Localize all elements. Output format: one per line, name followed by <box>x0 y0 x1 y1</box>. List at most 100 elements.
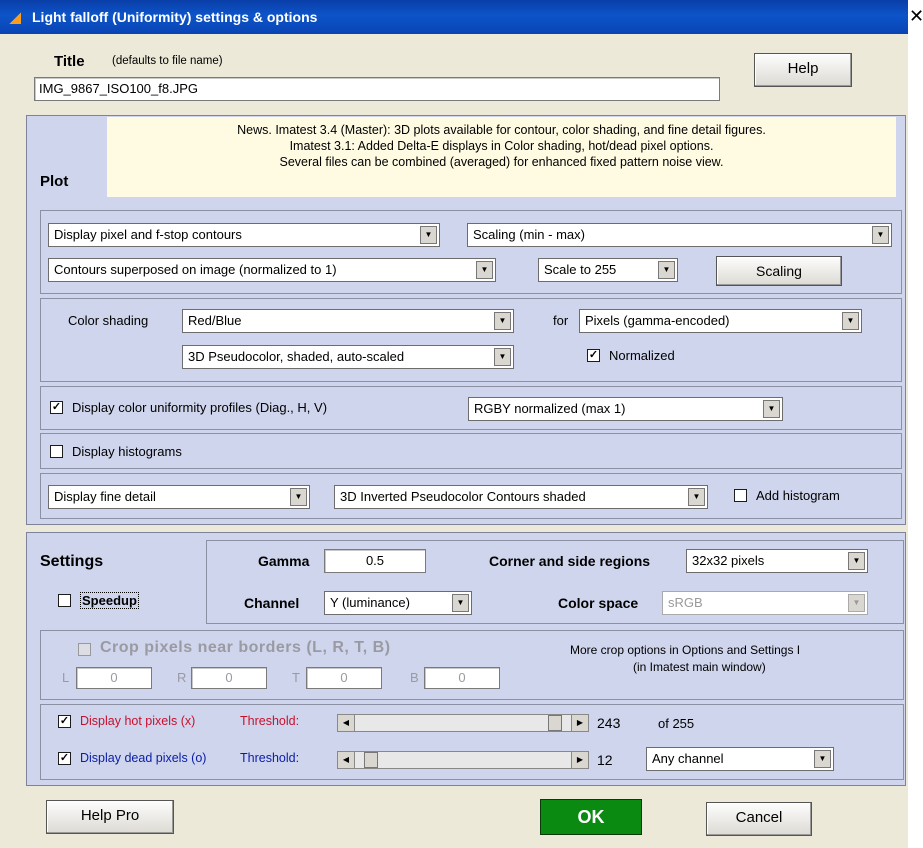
arrow-left-icon[interactable]: ◀ <box>338 715 355 731</box>
shading-style-value: 3D Pseudocolor, shaded, auto-scaled <box>188 349 405 364</box>
crop-note-line-1: More crop options in Options and Setting… <box>570 643 801 657</box>
arrow-left-icon[interactable]: ◀ <box>338 752 355 768</box>
color-space-value: sRGB <box>668 595 703 610</box>
dead-threshold-slider[interactable]: ◀ ▶ <box>337 751 589 769</box>
regions-select[interactable]: 32x32 pixels ▼ <box>686 549 868 573</box>
gamma-label: Gamma <box>258 553 310 569</box>
hot-slider-thumb[interactable] <box>548 715 562 731</box>
arrow-right-icon[interactable]: ▶ <box>571 715 588 731</box>
crop-b-input: 0 <box>424 667 500 689</box>
crop-t-input: 0 <box>306 667 382 689</box>
add-histogram-label: Add histogram <box>756 488 840 503</box>
histograms-checkbox[interactable] <box>50 445 63 458</box>
crop-r-input: 0 <box>191 667 267 689</box>
contour-overlay-select[interactable]: Contours superposed on image (normalized… <box>48 258 496 282</box>
contour-display-value: Display pixel and f-stop contours <box>54 227 242 242</box>
dialog-window: ◢ Light falloff (Uniformity) settings & … <box>0 0 908 848</box>
profiles-mode-select[interactable]: RGBY normalized (max 1) ▼ <box>468 397 783 421</box>
dropdown-arrow-icon: ▼ <box>842 312 859 330</box>
dropdown-arrow-icon: ▼ <box>420 226 437 244</box>
check-icon: ✓ <box>59 715 70 727</box>
crop-b-letter: B <box>410 670 419 685</box>
dropdown-arrow-icon: ▼ <box>848 594 865 612</box>
contour-overlay-value: Contours superposed on image (normalized… <box>54 262 337 277</box>
settings-label: Settings <box>40 553 104 570</box>
dropdown-arrow-icon: ▼ <box>763 400 780 418</box>
dead-slider-thumb[interactable] <box>364 752 378 768</box>
scale-to-select[interactable]: Scale to 255 ▼ <box>538 258 678 282</box>
scale-to-value: Scale to 255 <box>544 262 617 277</box>
fine-detail-select[interactable]: Display fine detail ▼ <box>48 485 310 509</box>
contour-display-select[interactable]: Display pixel and f-stop contours ▼ <box>48 223 440 247</box>
title-input[interactable]: IMG_9867_ISO100_f8.JPG <box>34 77 720 101</box>
scaling-mode-select[interactable]: Scaling (min - max) ▼ <box>467 223 892 247</box>
regions-value: 32x32 pixels <box>692 553 765 568</box>
hot-pixels-label: Display hot pixels (x) <box>80 714 196 728</box>
cancel-button[interactable]: Cancel <box>706 802 812 836</box>
dropdown-arrow-icon: ▼ <box>494 312 511 330</box>
help-button[interactable]: Help <box>754 53 852 87</box>
help-pro-button[interactable]: Help Pro <box>46 800 174 834</box>
uniformity-profiles-checkbox[interactable]: ✓ <box>50 401 63 414</box>
crop-label: Crop pixels near borders (L, R, T, B) <box>100 639 391 656</box>
check-icon: ✓ <box>51 401 62 413</box>
normalized-checkbox[interactable]: ✓ <box>587 349 600 362</box>
pixel-channel-value: Any channel <box>652 751 724 766</box>
title-hint: (defaults to file name) <box>112 55 223 67</box>
title-label: Title <box>54 53 85 70</box>
hot-threshold-label: Threshold: <box>240 714 300 728</box>
channel-select[interactable]: Y (luminance) ▼ <box>324 591 472 615</box>
channel-label: Channel <box>244 595 300 611</box>
dropdown-arrow-icon: ▼ <box>658 261 675 279</box>
color-space-select: sRGB ▼ <box>662 591 868 615</box>
speedup-checkbox[interactable] <box>58 594 71 607</box>
dead-pixels-checkbox[interactable]: ✓ <box>58 752 71 765</box>
crop-checkbox <box>78 643 91 656</box>
news-line-1: News. Imatest 3.4 (Master): 3D plots ava… <box>237 123 766 137</box>
crop-t-letter: T <box>292 670 300 685</box>
check-icon: ✓ <box>588 349 599 361</box>
crop-l-input: 0 <box>76 667 152 689</box>
gamma-input[interactable]: 0.5 <box>324 549 426 573</box>
dropdown-arrow-icon: ▼ <box>848 552 865 570</box>
news-line-3: Several files can be combined (averaged)… <box>279 155 724 169</box>
dropdown-arrow-icon: ▼ <box>452 594 469 612</box>
close-icon[interactable]: ✕ <box>909 6 923 27</box>
for-label: for <box>553 313 569 328</box>
color-shading-select[interactable]: Red/Blue ▼ <box>182 309 514 333</box>
arrow-right-icon[interactable]: ▶ <box>571 752 588 768</box>
crop-l-letter: L <box>62 670 70 685</box>
speedup-label: Speedup <box>80 592 139 609</box>
dead-pixels-label: Display dead pixels (o) <box>80 751 207 765</box>
ok-button[interactable]: OK <box>540 799 642 835</box>
regions-label: Corner and side regions <box>489 553 651 569</box>
scaling-mode-value: Scaling (min - max) <box>473 227 585 242</box>
channel-value: Y (luminance) <box>330 595 410 610</box>
fine-detail-style-value: 3D Inverted Pseudocolor Contours shaded <box>340 489 586 504</box>
hot-pixels-checkbox[interactable]: ✓ <box>58 715 71 728</box>
dropdown-arrow-icon: ▼ <box>494 348 511 366</box>
hot-threshold-slider[interactable]: ◀ ▶ <box>337 714 589 732</box>
shading-style-select[interactable]: 3D Pseudocolor, shaded, auto-scaled ▼ <box>182 345 514 369</box>
hot-threshold-value: 243 <box>597 715 621 731</box>
scaling-button[interactable]: Scaling <box>716 256 842 286</box>
pixel-channel-select[interactable]: Any channel ▼ <box>646 747 834 771</box>
dropdown-arrow-icon: ▼ <box>814 750 831 768</box>
color-space-label: Color space <box>558 595 639 611</box>
fine-detail-style-select[interactable]: 3D Inverted Pseudocolor Contours shaded ▼ <box>334 485 708 509</box>
of-label: of 255 <box>658 716 695 731</box>
check-icon: ✓ <box>59 752 70 764</box>
news-box: News. Imatest 3.4 (Master): 3D plots ava… <box>107 117 896 197</box>
for-select[interactable]: Pixels (gamma-encoded) ▼ <box>579 309 862 333</box>
color-shading-label: Color shading <box>68 313 149 328</box>
add-histogram-checkbox[interactable] <box>734 489 747 502</box>
window-title: Light falloff (Uniformity) settings & op… <box>32 9 318 25</box>
news-line-2: Imatest 3.1: Added Delta-E displays in C… <box>289 139 714 153</box>
dropdown-arrow-icon: ▼ <box>290 488 307 506</box>
profiles-mode-value: RGBY normalized (max 1) <box>474 401 626 416</box>
title-bar: ◢ Light falloff (Uniformity) settings & … <box>0 0 908 34</box>
uniformity-profiles-label: Display color uniformity profiles (Diag.… <box>72 400 328 415</box>
histograms-label: Display histograms <box>72 444 182 459</box>
dead-threshold-value: 12 <box>597 752 613 768</box>
for-value: Pixels (gamma-encoded) <box>585 313 730 328</box>
